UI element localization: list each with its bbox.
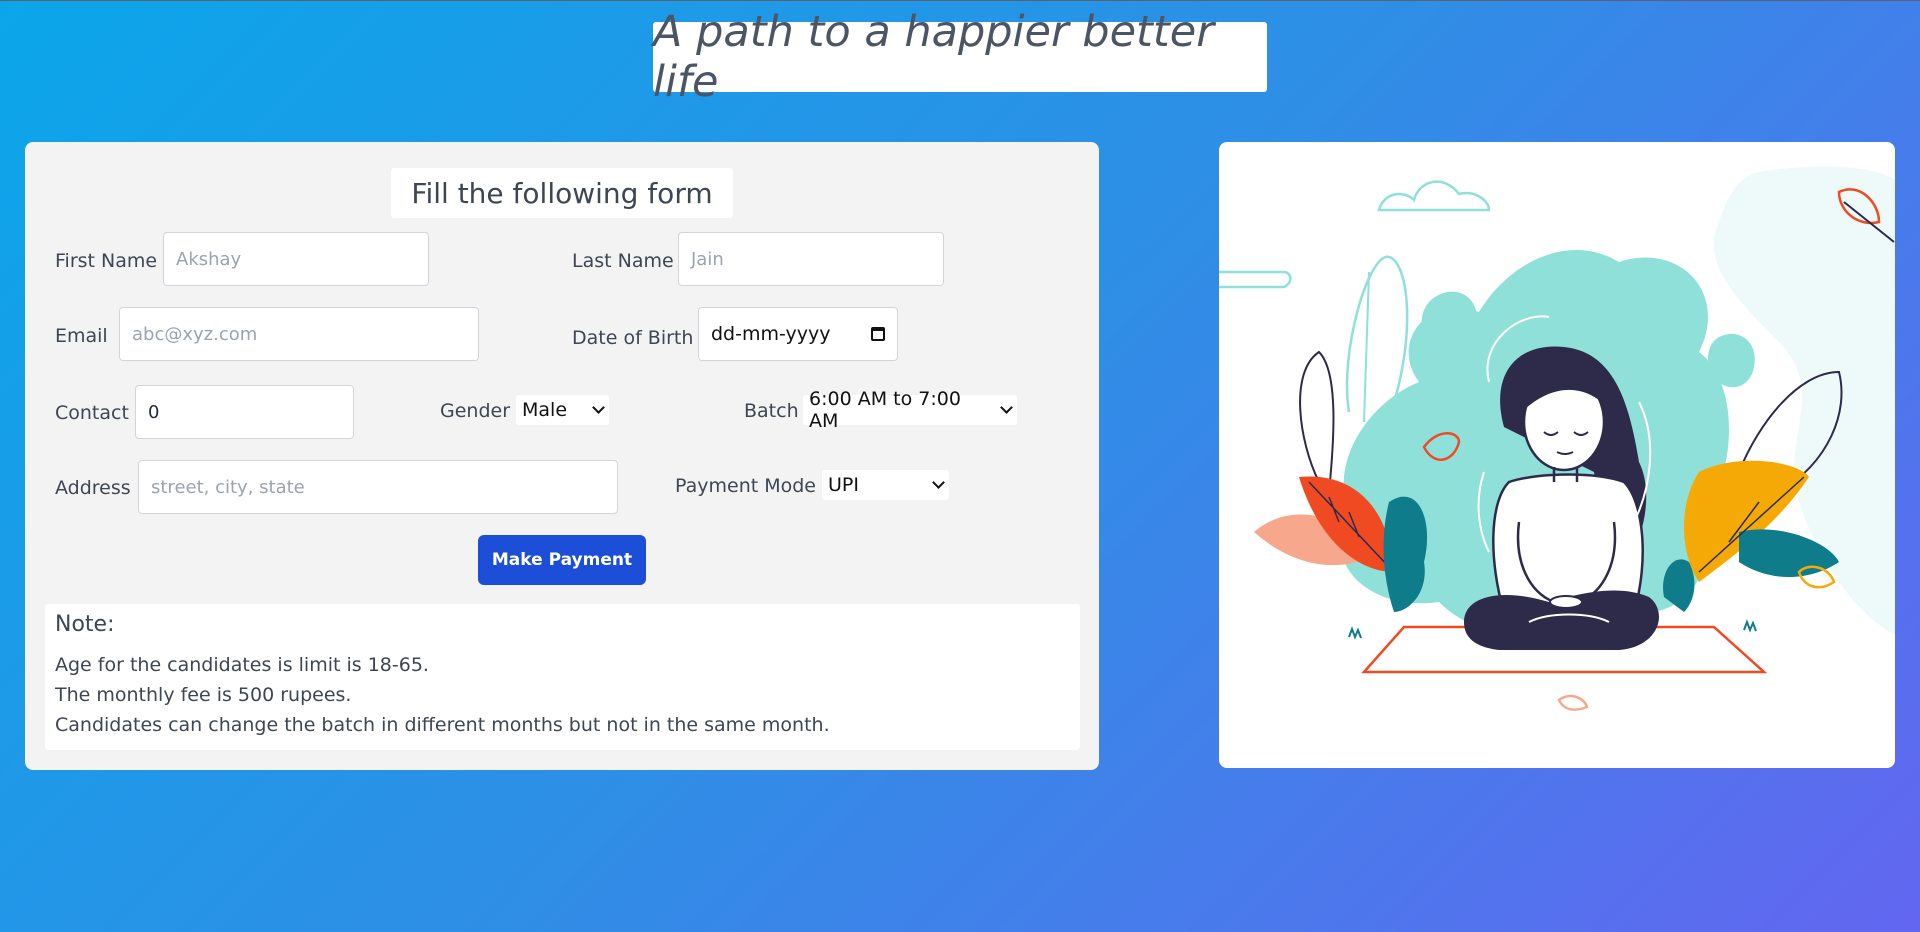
top-border: [0, 0, 1920, 1]
address-placeholder: street, city, state: [151, 476, 305, 498]
batch-select[interactable]: 6:00 AM to 7:00 AM: [803, 388, 1017, 432]
chevron-down-icon: [932, 476, 945, 489]
payment-mode-label: Payment Mode: [675, 475, 816, 497]
first-name-label: First Name: [55, 250, 158, 272]
email-placeholder: abc@xyz.com: [132, 323, 258, 345]
contact-value: 0: [148, 401, 160, 423]
page-title-box: A path to a happier better life: [653, 7, 1267, 107]
chevron-down-icon: [1000, 401, 1013, 414]
contact-input[interactable]: 0: [135, 385, 354, 439]
gender-select[interactable]: Male: [516, 395, 609, 425]
payment-mode-selected: UPI: [828, 474, 859, 496]
batch-selected: 6:00 AM to 7:00 AM: [809, 388, 961, 432]
note-line: The monthly fee is 500 rupees.: [55, 684, 352, 706]
dob-placeholder: dd-mm-yyyy: [711, 323, 831, 345]
note-title: Note:: [55, 612, 115, 637]
make-payment-button[interactable]: Make Payment: [478, 535, 646, 585]
email-input[interactable]: abc@xyz.com: [119, 307, 479, 361]
email-label: Email: [55, 325, 108, 347]
dob-label: Date of Birth: [572, 327, 694, 349]
registration-form: Fill the following form First Name Aksha…: [25, 142, 1099, 770]
chevron-down-icon: [592, 401, 605, 414]
first-name-input[interactable]: Akshay: [163, 232, 429, 286]
form-heading: Fill the following form: [391, 168, 733, 218]
first-name-placeholder: Akshay: [176, 248, 242, 270]
batch-label: Batch: [744, 400, 799, 422]
note-line: Candidates can change the batch in diffe…: [55, 714, 830, 736]
calendar-icon[interactable]: [871, 327, 885, 341]
last-name-placeholder: Jain: [691, 248, 724, 270]
meditating-woman-illustration: [1219, 166, 1895, 711]
gender-selected: Male: [522, 399, 568, 421]
dob-input[interactable]: dd-mm-yyyy: [698, 307, 898, 361]
illustration-card: [1219, 142, 1895, 768]
address-label: Address: [55, 477, 131, 499]
address-input[interactable]: street, city, state: [138, 460, 618, 514]
last-name-label: Last Name: [572, 250, 674, 272]
last-name-input[interactable]: Jain: [678, 232, 944, 286]
page-title: A path to a happier better life: [653, 7, 1214, 107]
note-panel: Note: Age for the candidates is limit is…: [45, 604, 1080, 750]
note-line: Age for the candidates is limit is 18-65…: [55, 654, 429, 676]
contact-label: Contact: [55, 402, 129, 424]
gender-label: Gender: [440, 400, 511, 422]
payment-mode-select[interactable]: UPI: [822, 470, 949, 500]
